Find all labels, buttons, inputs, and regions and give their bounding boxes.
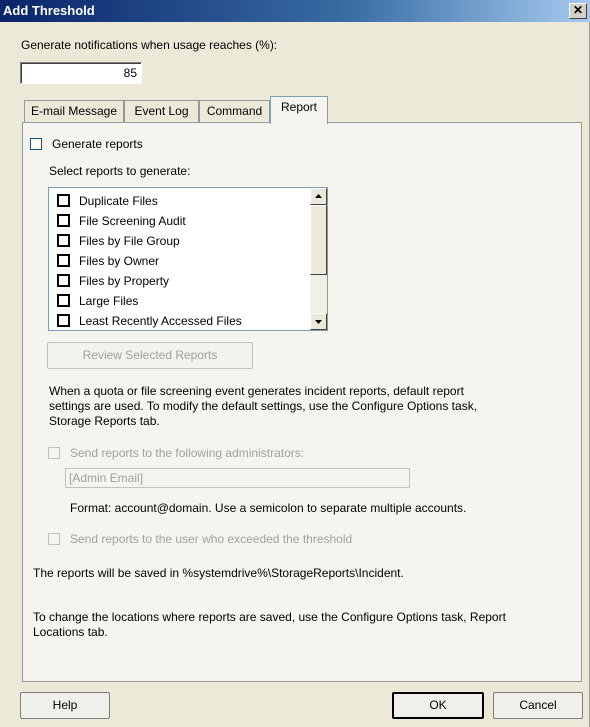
admin-email-placeholder: [Admin Email] — [69, 471, 144, 485]
report-item-label: Duplicate Files — [79, 194, 158, 208]
ok-button-label: OK — [429, 698, 447, 712]
close-button[interactable]: ✕ — [569, 3, 587, 19]
tab-label: Event Log — [134, 104, 189, 118]
send-user-label: Send reports to the user who exceeded th… — [70, 532, 353, 546]
scroll-up-button[interactable] — [310, 188, 327, 205]
tab-label: Report — [280, 100, 318, 114]
ok-button[interactable]: OK — [392, 692, 484, 719]
generate-reports-label: Generate reports — [52, 137, 143, 151]
cancel-button[interactable]: Cancel — [493, 692, 583, 719]
review-button-label: Review Selected Reports — [82, 348, 218, 362]
report-settings-info: When a quota or file screening event gen… — [49, 384, 477, 429]
report-checkbox[interactable] — [57, 214, 70, 227]
close-icon: ✕ — [572, 3, 584, 17]
report-checkbox[interactable] — [57, 254, 70, 267]
report-item-label: File Screening Audit — [79, 214, 186, 228]
report-checkbox[interactable] — [57, 274, 70, 287]
report-locations-info: To change the locations where reports ar… — [33, 610, 506, 640]
scroll-down-button[interactable] — [310, 313, 327, 330]
report-checkbox[interactable] — [57, 234, 70, 247]
arrow-down-icon — [315, 320, 322, 324]
email-format-hint: Format: account@domain. Use a semicolon … — [70, 501, 467, 515]
report-item-label: Files by Owner — [79, 254, 160, 268]
add-threshold-dialog: Add Threshold ✕ Generate notifications w… — [0, 0, 590, 727]
report-checkbox[interactable] — [57, 194, 70, 207]
tab-label: Command — [206, 104, 263, 118]
info-line: To change the locations where reports ar… — [33, 610, 506, 624]
report-item-label: Least Recently Accessed Files — [79, 314, 242, 328]
info-line: Locations tab. — [33, 625, 108, 639]
help-button-label: Help — [52, 698, 78, 712]
report-checkbox[interactable] — [57, 314, 70, 327]
dialog-title: Add Threshold — [3, 3, 95, 18]
send-admins-label: Send reports to the following administra… — [70, 446, 305, 460]
threshold-input[interactable]: 85 — [20, 62, 142, 84]
tab-report[interactable]: Report — [270, 96, 328, 124]
info-line: Storage Reports tab. — [49, 414, 160, 428]
info-line: When a quota or file screening event gen… — [49, 384, 464, 398]
threshold-value: 85 — [123, 66, 137, 80]
select-reports-label: Select reports to generate: — [49, 164, 191, 178]
tab-label: E-mail Message — [30, 104, 118, 118]
reports-scrollbar[interactable] — [310, 188, 327, 330]
arrow-up-icon — [315, 194, 322, 198]
reports-listbox[interactable]: Duplicate Files File Screening Audit Fil… — [48, 187, 328, 331]
title-bar: Add Threshold ✕ — [0, 0, 590, 22]
report-item-label: Files by File Group — [79, 234, 180, 248]
tab-command[interactable]: Command — [199, 100, 270, 122]
review-selected-reports-button[interactable]: Review Selected Reports — [47, 342, 253, 369]
report-item-label: Files by Property — [79, 274, 170, 288]
help-button[interactable]: Help — [20, 692, 110, 719]
info-line: settings are used. To modify the default… — [49, 399, 478, 413]
reports-saved-path: The reports will be saved in %systemdriv… — [33, 566, 404, 580]
scroll-thumb[interactable] — [310, 205, 327, 275]
tab-email-message[interactable]: E-mail Message — [24, 100, 124, 122]
threshold-label: Generate notifications when usage reache… — [21, 38, 278, 52]
cancel-button-label: Cancel — [519, 698, 557, 712]
generate-reports-checkbox[interactable] — [30, 138, 42, 150]
tab-event-log[interactable]: Event Log — [124, 100, 199, 122]
send-user-checkbox[interactable] — [48, 533, 60, 545]
send-admins-checkbox[interactable] — [48, 447, 60, 459]
report-item-label: Large Files — [79, 294, 139, 308]
report-checkbox[interactable] — [57, 294, 70, 307]
admin-email-input[interactable]: [Admin Email] — [65, 468, 410, 488]
